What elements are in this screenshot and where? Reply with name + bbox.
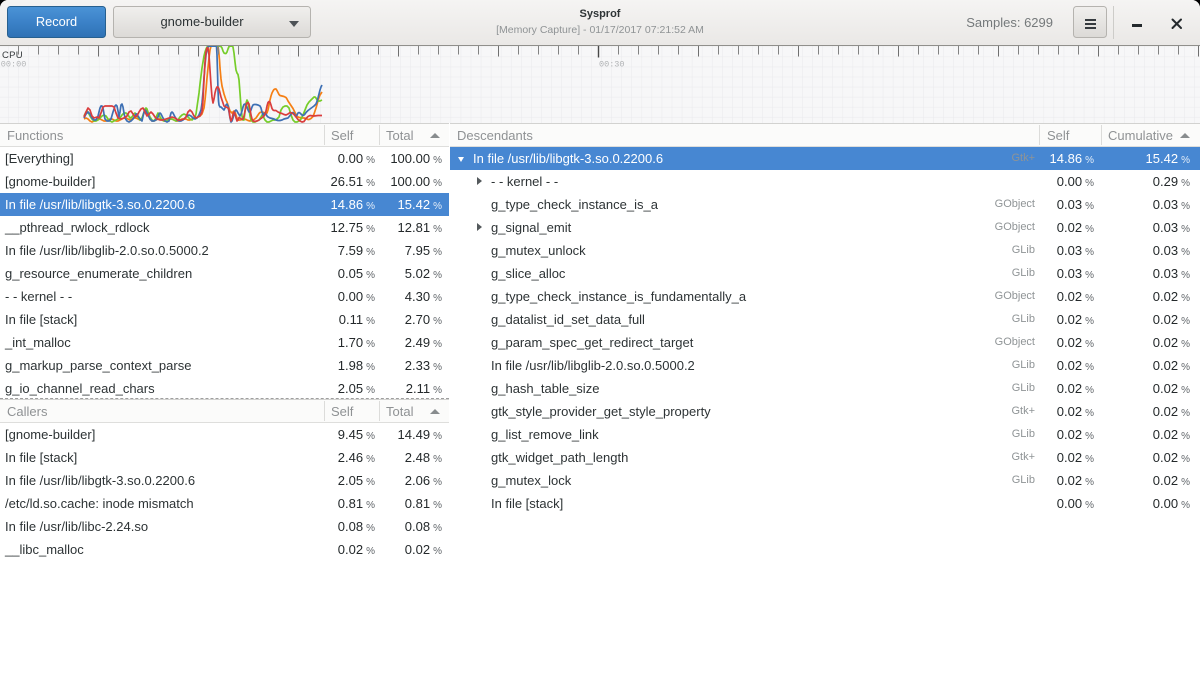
svg-text:00:30: 00:30 [599,59,625,69]
svg-text:00:00: 00:00 [1,59,27,69]
